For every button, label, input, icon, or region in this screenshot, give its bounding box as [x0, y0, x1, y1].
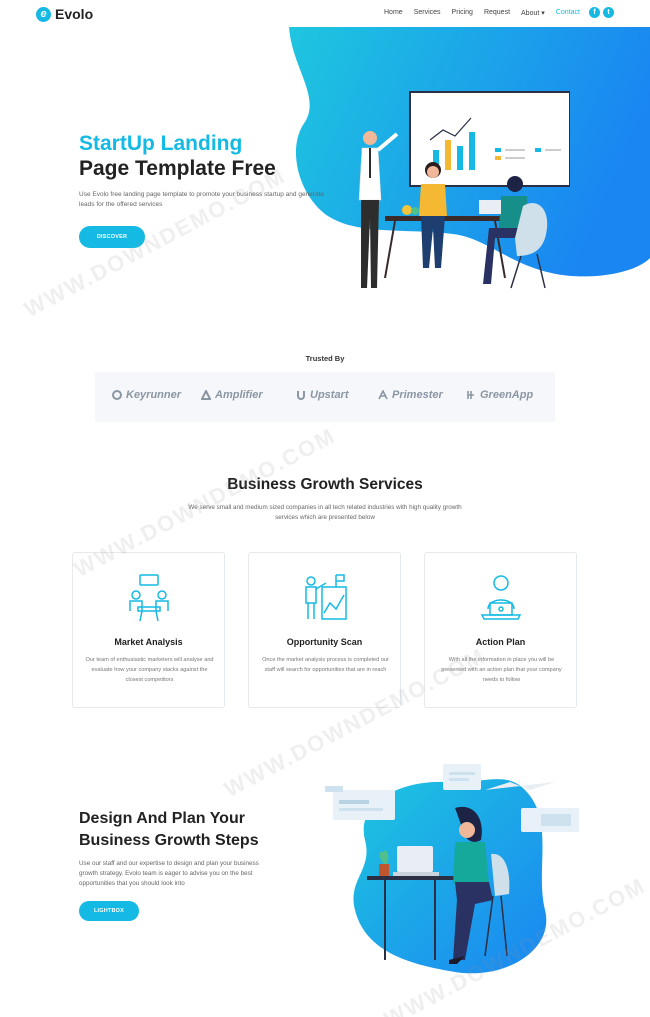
nav-item-pricing[interactable]: Pricing [452, 9, 473, 17]
team-meeting-illustration [358, 91, 570, 289]
brand-name: Upstart [310, 389, 349, 401]
card-title: Opportunity Scan [286, 637, 363, 647]
card-title: Market Analysis [114, 637, 183, 647]
card-title: Action Plan [475, 637, 526, 647]
top-navbar: e Evolo Home Services Pricing Request Ab… [0, 0, 650, 27]
services-heading: Business Growth Services [227, 476, 423, 493]
service-card-opportunity-scan: Opportunity Scan Once the market analysi… [248, 552, 401, 708]
design-section-heading: Design And Plan Your Business Growth Ste… [79, 810, 259, 849]
brand-logo-greenapp: GreenApp [466, 389, 533, 401]
meeting-discussion-icon [128, 574, 169, 622]
brand-logo-keyrunner: Keyrunner [112, 389, 181, 401]
brand-logo-primester: Primester [378, 389, 443, 401]
person-laptop-icon [480, 575, 521, 620]
hero-title-line1: StartUp Landing [79, 132, 243, 155]
brand-logo[interactable]: e Evolo [36, 6, 93, 22]
upstart-icon [297, 391, 305, 400]
lightbox-button[interactable]: LIGHTBOX [79, 901, 139, 921]
trusted-by-heading: Trusted By [305, 354, 345, 363]
nav-item-about[interactable]: About ▾ [521, 9, 545, 17]
brand-name: GreenApp [480, 389, 534, 401]
brand-logo-amplifier: Amplifier [201, 389, 263, 401]
nav-item-contact[interactable]: Contact [556, 9, 580, 17]
watermark-text: WWW.DOWNDEMO.COM [20, 162, 290, 323]
twitter-icon[interactable]: t [603, 7, 614, 18]
facebook-icon[interactable]: f [589, 7, 600, 18]
brand-logo-upstart: Upstart [296, 389, 349, 401]
primester-icon [378, 390, 388, 400]
nav-item-services[interactable]: Services [414, 9, 441, 17]
hero-title-line2: Page Template Free [79, 157, 276, 180]
design-section-description: Use our staff and our expertise to desig… [79, 860, 259, 887]
brand-name: Keyrunner [126, 389, 182, 401]
greenapp-icon [467, 391, 474, 399]
nav-menu: Home Services Pricing Request About ▾ Co… [384, 9, 591, 17]
brand-name: Evolo [55, 6, 94, 22]
designer-laptop-illustration [325, 764, 579, 974]
card-text: Once the market analysis process is comp… [262, 657, 389, 673]
presentation-chart-icon [304, 574, 347, 620]
nav-item-request[interactable]: Request [484, 9, 510, 17]
card-text: Our team of enthusiastic marketers will … [85, 657, 214, 683]
logo-icon: e [36, 6, 51, 22]
brand-name: Primester [392, 389, 443, 401]
brand-name: Amplifier [215, 389, 263, 401]
amplifier-icon [201, 390, 211, 400]
keyrunner-icon [112, 390, 122, 400]
nav-item-home[interactable]: Home [384, 9, 403, 17]
